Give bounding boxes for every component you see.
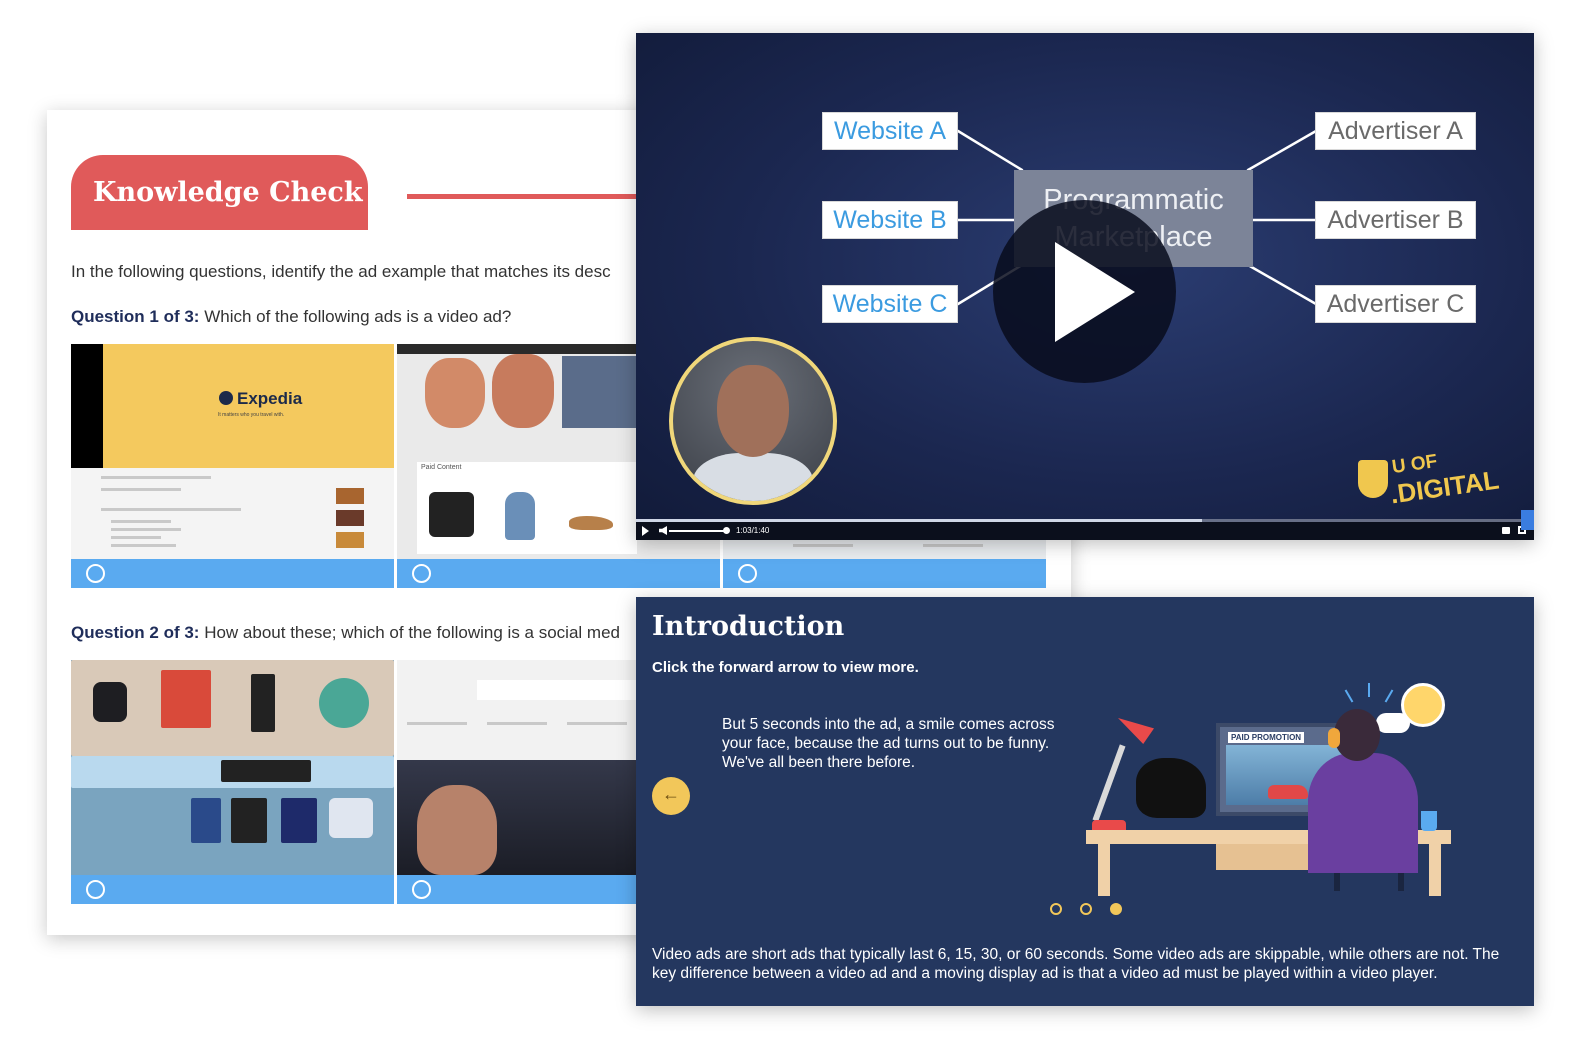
display-ad-screenshot xyxy=(71,660,394,875)
question-1-text: Which of the following ads is a video ad… xyxy=(204,307,512,326)
advertiser-a-box: Advertiser A xyxy=(1315,112,1476,150)
slide-dot-1[interactable] xyxy=(1050,903,1062,915)
video-ad-screenshot: Expedia It matters who you travel with. xyxy=(71,344,394,559)
mug-icon xyxy=(1421,811,1437,831)
smiley-icon xyxy=(1401,683,1445,727)
advertiser-b-box: Advertiser B xyxy=(1315,201,1476,239)
cat-icon xyxy=(1136,758,1206,818)
volume-slider[interactable] xyxy=(669,530,727,532)
knowledge-check-tab: Knowledge Check xyxy=(71,155,368,230)
answer-option-video-ad[interactable]: Expedia It matters who you travel with. xyxy=(71,344,394,588)
expedia-tagline: It matters who you travel with. xyxy=(218,412,285,418)
paid-content-label: Paid Content xyxy=(421,464,462,471)
website-c-box: Website C xyxy=(822,285,958,323)
introduction-footer-text: Video ads are short ads that typically l… xyxy=(652,946,1500,982)
knowledge-check-title: Knowledge Check xyxy=(93,177,363,208)
radio-button[interactable] xyxy=(86,564,105,583)
presenter-avatar xyxy=(669,337,837,505)
arrow-left-icon: ← xyxy=(662,784,680,804)
volume-icon[interactable] xyxy=(659,526,667,535)
office-illustration: PAID PROMOTION xyxy=(1076,683,1466,898)
headset-icon xyxy=(1328,728,1340,748)
radio-button[interactable] xyxy=(412,880,431,899)
play-icon[interactable] xyxy=(993,200,1176,383)
back-arrow-button[interactable]: ← xyxy=(652,777,690,815)
answer-select-bar[interactable] xyxy=(71,875,394,904)
play-small-icon[interactable] xyxy=(642,526,649,536)
radio-button[interactable] xyxy=(738,564,757,583)
video-player[interactable]: Website A Website B Website C Advertiser… xyxy=(636,33,1534,540)
time-display: 1:03/1:40 xyxy=(736,526,770,535)
question-2-number: Question 2 of 3: xyxy=(71,623,200,642)
slide-dot-2[interactable] xyxy=(1080,903,1092,915)
expedia-logo: Expedia xyxy=(219,389,302,409)
website-a-box: Website A xyxy=(822,112,958,150)
instructions-text: In the following questions, identify the… xyxy=(71,262,611,281)
introduction-body: But 5 seconds into the ad, a smile comes… xyxy=(722,716,1055,771)
video-controls: 1:03/1:40 xyxy=(636,522,1534,540)
answer-select-bar[interactable] xyxy=(723,559,1046,588)
radio-button[interactable] xyxy=(86,880,105,899)
volume-handle[interactable] xyxy=(723,527,730,534)
answer-select-bar[interactable] xyxy=(71,559,394,588)
introduction-subtitle: Click the forward arrow to view more. xyxy=(652,659,919,676)
website-b-box: Website B xyxy=(822,201,958,239)
side-panel-toggle[interactable] xyxy=(1521,510,1534,530)
slide-dot-3[interactable] xyxy=(1110,903,1122,915)
question-2: Question 2 of 3: How about these; which … xyxy=(71,623,620,643)
answer-option-display-ad[interactable] xyxy=(71,660,394,904)
advertiser-c-box: Advertiser C xyxy=(1315,285,1476,323)
introduction-title: Introduction xyxy=(652,611,845,642)
question-1-number: Question 1 of 3: xyxy=(71,307,200,326)
introduction-card: Introduction Click the forward arrow to … xyxy=(636,597,1534,1006)
answer-select-bar[interactable] xyxy=(397,559,720,588)
question-2-text: How about these; which of the following … xyxy=(204,623,620,642)
radio-button[interactable] xyxy=(412,564,431,583)
paid-promotion-label: PAID PROMOTION xyxy=(1228,732,1305,743)
shield-icon xyxy=(1358,460,1388,498)
captions-icon[interactable] xyxy=(1502,527,1510,534)
question-1: Question 1 of 3: Which of the following … xyxy=(71,307,511,327)
